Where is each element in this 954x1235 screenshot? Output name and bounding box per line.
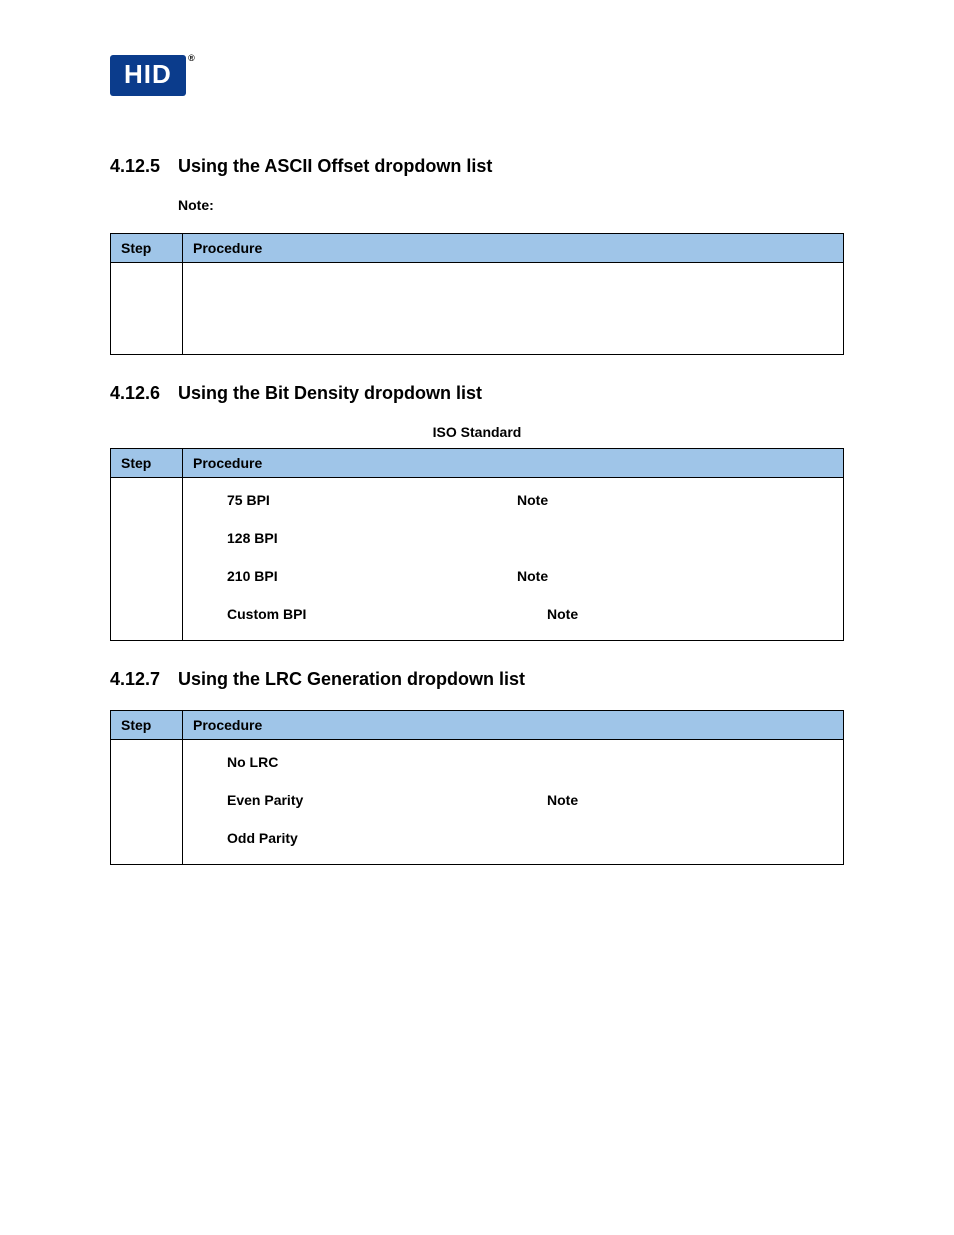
- table-bit-density: Step Procedure 75 BPI Note 128 BPI 210 B…: [110, 448, 844, 641]
- iso-standard-caption: ISO Standard: [110, 424, 844, 440]
- cell-step: [111, 740, 183, 865]
- section-bit-density: 4.12.6 Using the Bit Density dropdown li…: [110, 383, 844, 641]
- item-label: Custom BPI: [227, 606, 337, 622]
- section-lrc-generation: 4.12.7 Using the LRC Generation dropdown…: [110, 669, 844, 865]
- table-row: 75 BPI Note 128 BPI 210 BPI Note Custom …: [111, 478, 844, 641]
- section-number: 4.12.5: [110, 156, 168, 177]
- table-ascii-offset: Step Procedure: [110, 233, 844, 355]
- section-title: Using the ASCII Offset dropdown list: [178, 156, 492, 177]
- cell-procedure: No LRC Even Parity Note Odd Parity: [183, 740, 844, 865]
- col-procedure: Procedure: [183, 449, 844, 478]
- section-number: 4.12.6: [110, 383, 168, 404]
- item-label: Odd Parity: [227, 830, 337, 846]
- list-item: Custom BPI Note: [199, 606, 827, 622]
- list-item: 210 BPI Note: [199, 568, 827, 584]
- registered-mark: ®: [188, 53, 196, 63]
- cell-procedure: [183, 263, 844, 355]
- col-step: Step: [111, 711, 183, 740]
- table-row: No LRC Even Parity Note Odd Parity: [111, 740, 844, 865]
- section-ascii-offset: 4.12.5 Using the ASCII Offset dropdown l…: [110, 156, 844, 355]
- list-item: 75 BPI Note: [199, 492, 827, 508]
- table-row: [111, 263, 844, 355]
- item-label: 210 BPI: [227, 568, 337, 584]
- list-item: 128 BPI: [199, 530, 827, 546]
- section-heading: 4.12.7 Using the LRC Generation dropdown…: [110, 669, 844, 690]
- note-label: Note:: [178, 197, 844, 213]
- cell-step: [111, 263, 183, 355]
- section-number: 4.12.7: [110, 669, 168, 690]
- section-title: Using the LRC Generation dropdown list: [178, 669, 525, 690]
- cell-procedure: 75 BPI Note 128 BPI 210 BPI Note Custom …: [183, 478, 844, 641]
- item-note: Note: [517, 492, 548, 508]
- col-step: Step: [111, 234, 183, 263]
- col-step: Step: [111, 449, 183, 478]
- list-item: Even Parity Note: [199, 792, 827, 808]
- list-item: Odd Parity: [199, 830, 827, 846]
- table-header-row: Step Procedure: [111, 234, 844, 263]
- logo-block: HID ®: [110, 55, 844, 96]
- table-header-row: Step Procedure: [111, 711, 844, 740]
- item-note: Note: [547, 792, 578, 808]
- item-label: 128 BPI: [227, 530, 337, 546]
- col-procedure: Procedure: [183, 234, 844, 263]
- item-label: No LRC: [227, 754, 337, 770]
- table-lrc: Step Procedure No LRC Even Parity Note O…: [110, 710, 844, 865]
- section-title: Using the Bit Density dropdown list: [178, 383, 482, 404]
- item-label: 75 BPI: [227, 492, 337, 508]
- col-procedure: Procedure: [183, 711, 844, 740]
- item-label: Even Parity: [227, 792, 337, 808]
- item-note: Note: [517, 568, 548, 584]
- table-header-row: Step Procedure: [111, 449, 844, 478]
- section-heading: 4.12.5 Using the ASCII Offset dropdown l…: [110, 156, 844, 177]
- list-item: No LRC: [199, 754, 827, 770]
- cell-step: [111, 478, 183, 641]
- item-note: Note: [547, 606, 578, 622]
- logo-text: HID: [124, 59, 172, 89]
- section-heading: 4.12.6 Using the Bit Density dropdown li…: [110, 383, 844, 404]
- hid-logo: HID ®: [110, 55, 186, 96]
